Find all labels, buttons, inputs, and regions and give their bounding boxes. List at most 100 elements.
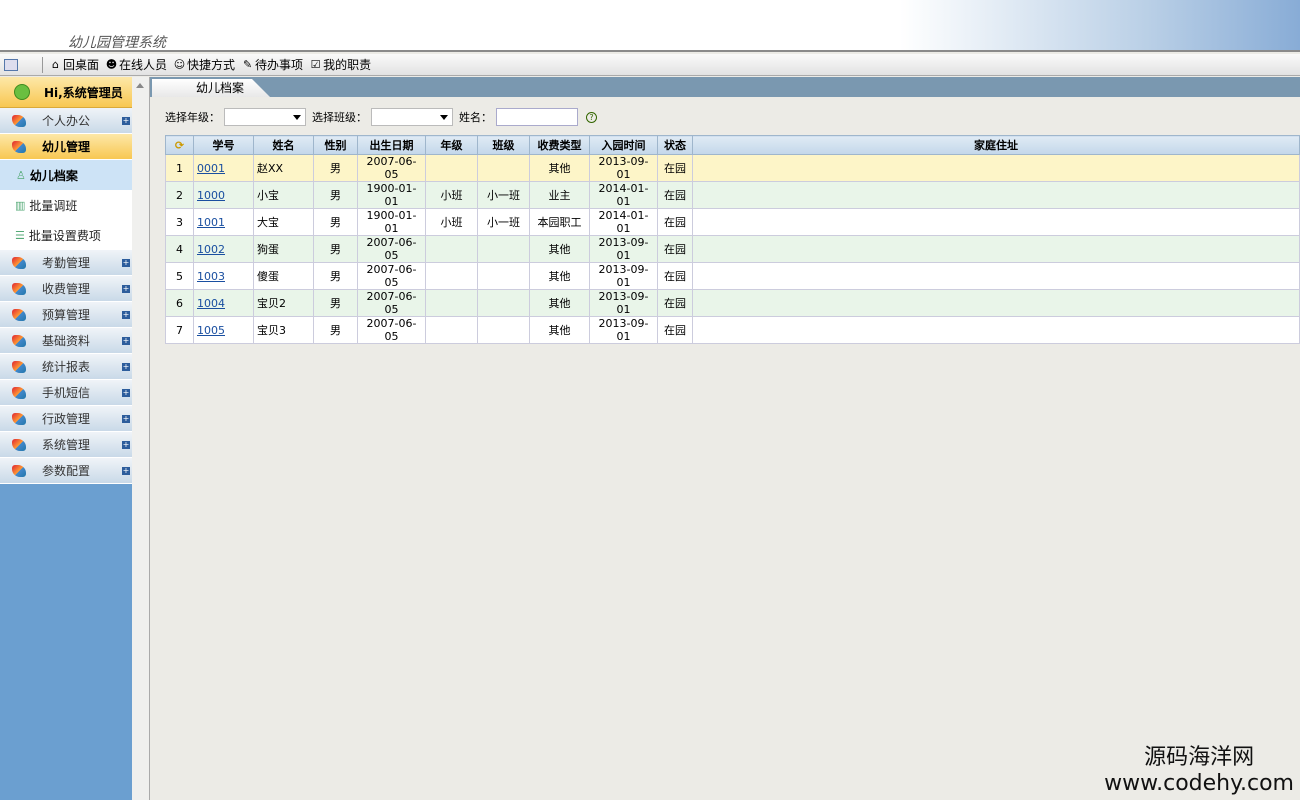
tab-child-records[interactable]: 幼儿档案 bbox=[152, 79, 270, 97]
student-id-link[interactable]: 1000 bbox=[197, 189, 225, 202]
table-cell: 其他 bbox=[529, 154, 590, 182]
student-id-link[interactable]: 0001 bbox=[197, 162, 225, 175]
expand-icon[interactable]: + bbox=[122, 441, 130, 449]
sidebar: Hi,系统管理员 个人办公 + 幼儿管理 ♙ 幼儿档案 ▥ 批量调班 ☰ 批量设置费项 考勤管理 +… bbox=[0, 77, 132, 800]
student-id-link[interactable]: 1003 bbox=[197, 270, 225, 283]
expand-icon[interactable]: + bbox=[122, 259, 130, 267]
help-icon[interactable]: ? bbox=[586, 111, 597, 123]
sidebar-group[interactable]: 基础资料 + bbox=[0, 328, 132, 354]
table-cell: 0001 bbox=[193, 154, 254, 182]
table-cell: 在园 bbox=[657, 316, 693, 344]
table-cell: 业主 bbox=[529, 181, 590, 209]
column-header[interactable]: 学号 bbox=[193, 135, 254, 155]
column-header[interactable]: 年级 bbox=[425, 135, 478, 155]
table-cell bbox=[425, 289, 478, 317]
toggle-icon[interactable] bbox=[4, 58, 18, 71]
table-cell: 1 bbox=[165, 154, 194, 182]
expand-icon[interactable]: + bbox=[122, 285, 130, 293]
sidebar-group[interactable]: 考勤管理 + bbox=[0, 250, 132, 276]
refresh-icon[interactable]: ⟳ bbox=[165, 135, 194, 155]
leaf-icon bbox=[12, 360, 26, 373]
scroll-up-icon[interactable] bbox=[136, 83, 144, 88]
sidebar-group[interactable]: 手机短信 + bbox=[0, 380, 132, 406]
expand-icon[interactable]: + bbox=[122, 415, 130, 423]
table-cell: 男 bbox=[313, 235, 358, 263]
leaf-icon bbox=[12, 308, 26, 321]
table-cell bbox=[692, 181, 1300, 209]
column-header[interactable]: 性别 bbox=[313, 135, 358, 155]
sidebar-group[interactable]: 个人办公 + bbox=[0, 108, 132, 134]
student-id-link[interactable]: 1005 bbox=[197, 324, 225, 337]
expand-icon[interactable]: + bbox=[122, 337, 130, 345]
table-cell: 2013-09-01 bbox=[589, 316, 658, 344]
sidebar-group[interactable]: 参数配置 + bbox=[0, 458, 132, 484]
sidebar-item[interactable]: ▥ 批量调班 bbox=[0, 190, 132, 220]
table-cell bbox=[692, 208, 1300, 236]
toolbar-home-button[interactable]: ⌂ 回桌面 bbox=[49, 56, 99, 73]
sidebar-group[interactable]: 行政管理 + bbox=[0, 406, 132, 432]
toolbar-notepad-button[interactable]: ✎ 待办事项 bbox=[241, 56, 303, 73]
table-cell bbox=[692, 316, 1300, 344]
sidebar-item-label: 批量设置费项 bbox=[28, 228, 101, 243]
expand-icon[interactable]: + bbox=[122, 389, 130, 397]
grade-select[interactable] bbox=[224, 108, 306, 126]
leaf-icon bbox=[12, 334, 26, 347]
leaf-icon bbox=[12, 256, 26, 269]
column-header[interactable]: 家庭住址 bbox=[692, 135, 1300, 155]
toolbar-duty-button[interactable]: ☑ 我的职责 bbox=[309, 56, 371, 73]
expand-icon[interactable]: + bbox=[122, 467, 130, 475]
table-row[interactable]: 2 1000 小宝男 1900-01-01 小班 小一班 业主 2014-01-01 在园 bbox=[165, 181, 1300, 209]
sidebar-group-label: 幼儿管理 bbox=[42, 140, 91, 154]
sidebar-scrollbar[interactable] bbox=[132, 77, 150, 800]
column-header[interactable]: 收费类型 bbox=[529, 135, 590, 155]
expand-icon[interactable]: + bbox=[122, 117, 130, 125]
watermark-line1: 源码海洋网 bbox=[1144, 745, 1255, 770]
sidebar-item[interactable]: ☰ 批量设置费项 bbox=[0, 220, 132, 250]
student-id-link[interactable]: 1004 bbox=[197, 297, 225, 310]
expand-icon[interactable]: + bbox=[122, 311, 130, 319]
table-cell: 1900-01-01 bbox=[357, 208, 426, 236]
table-cell: 1003 bbox=[193, 262, 254, 290]
sidebar-group[interactable]: 系统管理 + bbox=[0, 432, 132, 458]
sidebar-group[interactable]: 幼儿管理 bbox=[0, 134, 132, 160]
table-cell: 在园 bbox=[657, 181, 693, 209]
name-input[interactable] bbox=[496, 108, 578, 126]
table-row[interactable]: 5 1003 傻蛋男 2007-06-05 其他 2013-09-01 在园 bbox=[165, 262, 1300, 290]
toolbar-label: 我的职责 bbox=[323, 58, 372, 72]
table-cell: 5 bbox=[165, 262, 194, 290]
column-header[interactable]: 入园时间 bbox=[589, 135, 658, 155]
column-header[interactable]: 班级 bbox=[477, 135, 530, 155]
table-cell bbox=[425, 316, 478, 344]
table-cell: 男 bbox=[313, 316, 358, 344]
table-cell: 本园职工 bbox=[529, 208, 590, 236]
sidebar-group[interactable]: 收费管理 + bbox=[0, 276, 132, 302]
table-cell: 在园 bbox=[657, 262, 693, 290]
table-cell: 1001 bbox=[193, 208, 254, 236]
column-header[interactable]: 姓名 bbox=[253, 135, 314, 155]
table-cell: 小班 bbox=[425, 208, 478, 236]
sidebar-group[interactable]: 统计报表 + bbox=[0, 354, 132, 380]
user-greeting: Hi,系统管理员 bbox=[0, 77, 132, 108]
table-row[interactable]: 4 1002 狗蛋男 2007-06-05 其他 2013-09-01 在园 bbox=[165, 235, 1300, 263]
student-id-link[interactable]: 1001 bbox=[197, 216, 225, 229]
class-label: 选择班级： bbox=[312, 111, 367, 124]
column-header[interactable]: 出生日期 bbox=[357, 135, 426, 155]
expand-icon[interactable]: + bbox=[122, 363, 130, 371]
student-id-link[interactable]: 1002 bbox=[197, 243, 225, 256]
toolbar-label: 在线人员 bbox=[119, 58, 168, 72]
table-cell: 2013-09-01 bbox=[589, 235, 658, 263]
toolbar-users-online-button[interactable]: ☻ 在线人员 bbox=[105, 56, 167, 73]
sidebar-group[interactable]: 预算管理 + bbox=[0, 302, 132, 328]
filter-bar: 选择年级： 选择班级： 姓名： ? bbox=[165, 108, 597, 126]
column-header[interactable]: 状态 bbox=[657, 135, 693, 155]
table-row[interactable]: 6 1004 宝贝2 男 2007-06-05 其他 2013-09-01 在园 bbox=[165, 289, 1300, 317]
table-row[interactable]: 3 1001 大宝男 1900-01-01 小班 小一班 本园职工 2014-01-01 在园 bbox=[165, 208, 1300, 236]
table-cell bbox=[425, 154, 478, 182]
table-row[interactable]: 1 0001 赵XX 男 2007-06-05 其他 2013-09-01 在园 bbox=[165, 154, 1300, 182]
table-cell: 宝贝3 bbox=[253, 316, 314, 344]
table-row[interactable]: 7 1005 宝贝3 男 2007-06-05 其他 2013-09-01 在园 bbox=[165, 316, 1300, 344]
toolbar-smiley-button[interactable]: ☺ 快捷方式 bbox=[173, 56, 235, 73]
table-cell: 男 bbox=[313, 289, 358, 317]
sidebar-item[interactable]: ♙ 幼儿档案 bbox=[0, 160, 132, 190]
class-select[interactable] bbox=[371, 108, 453, 126]
